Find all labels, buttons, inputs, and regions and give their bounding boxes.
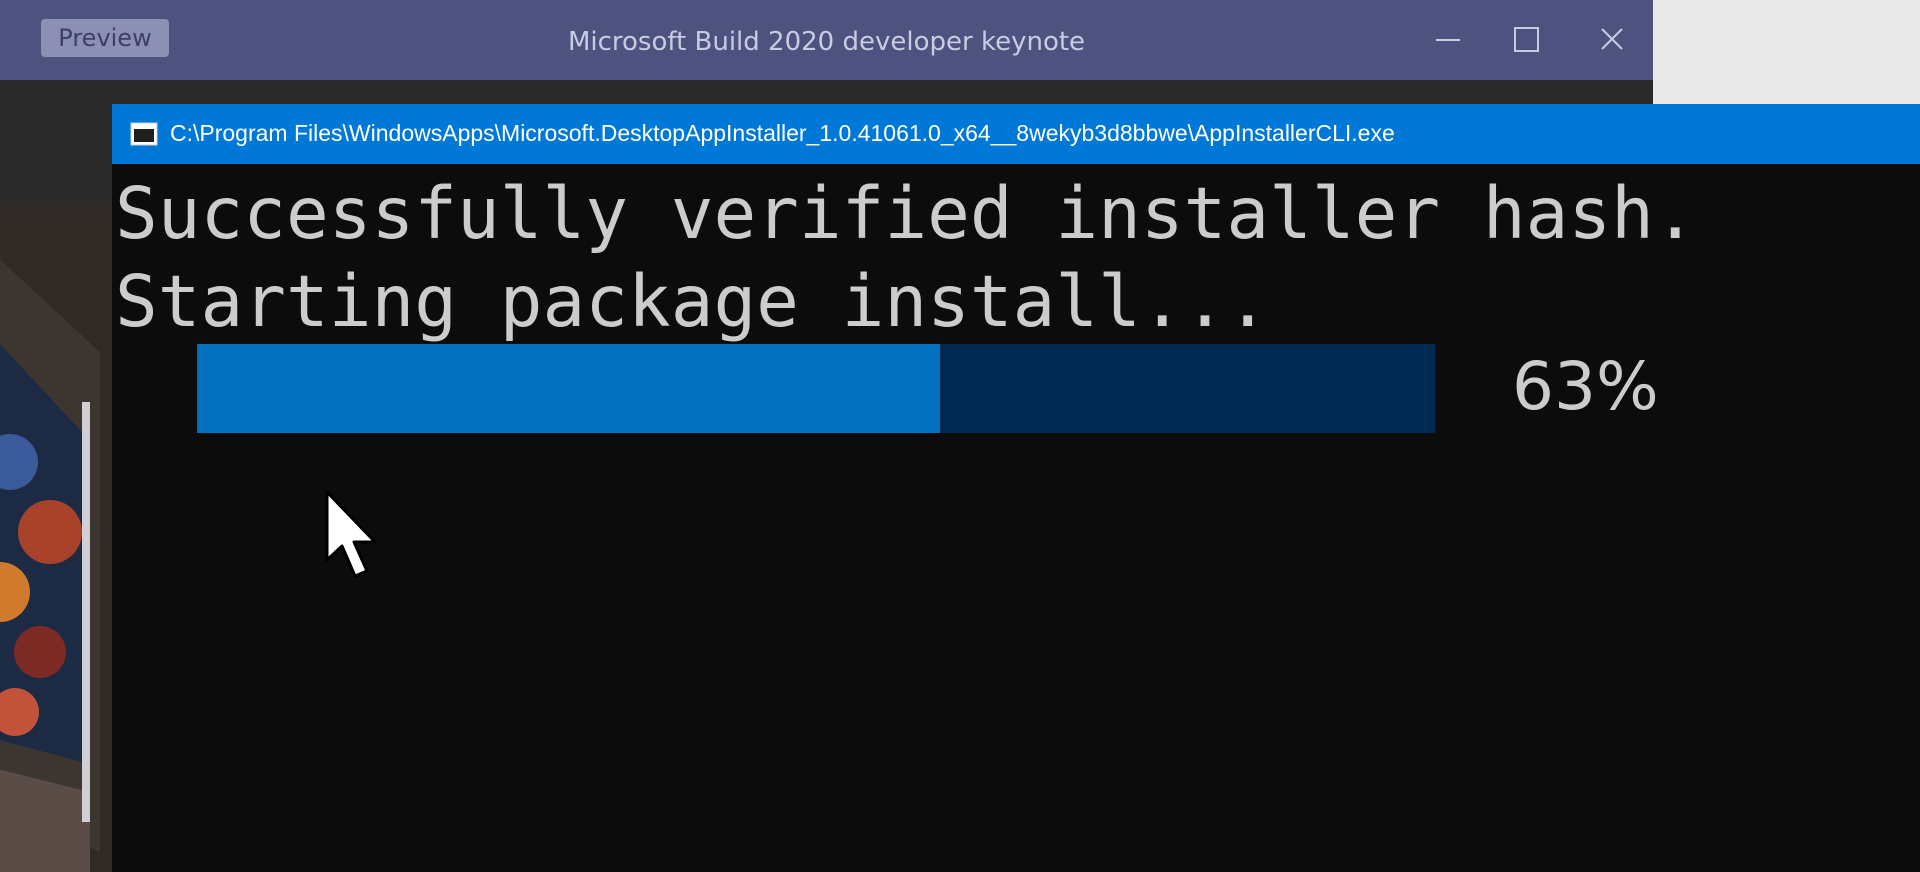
desktop-background: [1653, 0, 1920, 104]
close-button[interactable]: [1585, 18, 1635, 62]
install-progress-percent: 63%: [1512, 348, 1659, 425]
mouse-pointer-icon: [325, 490, 377, 578]
console-window[interactable]: C:\Program Files\WindowsApps\Microsoft.D…: [112, 104, 1920, 872]
install-progress-fill: [197, 344, 940, 433]
console-window-icon: [130, 122, 158, 146]
background-painting: [0, 202, 120, 872]
minimize-icon: [1436, 39, 1460, 41]
meeting-titlebar: Preview Microsoft Build 2020 developer k…: [0, 0, 1653, 80]
maximize-icon: [1514, 27, 1539, 52]
console-titlebar[interactable]: C:\Program Files\WindowsApps\Microsoft.D…: [112, 104, 1920, 164]
console-output[interactable]: Successfully verified installer hash. St…: [112, 164, 1920, 872]
output-line-starting-install: Starting package install...: [115, 260, 1270, 343]
maximize-button[interactable]: [1502, 18, 1552, 62]
minimize-button[interactable]: [1422, 18, 1472, 62]
install-progress-bar: [197, 344, 1435, 433]
close-icon: [1601, 28, 1623, 50]
output-line-hash-verified: Successfully verified installer hash.: [115, 172, 1697, 255]
console-title: C:\Program Files\WindowsApps\Microsoft.D…: [170, 120, 1395, 146]
meeting-title: Microsoft Build 2020 developer keynote: [567, 27, 1086, 57]
